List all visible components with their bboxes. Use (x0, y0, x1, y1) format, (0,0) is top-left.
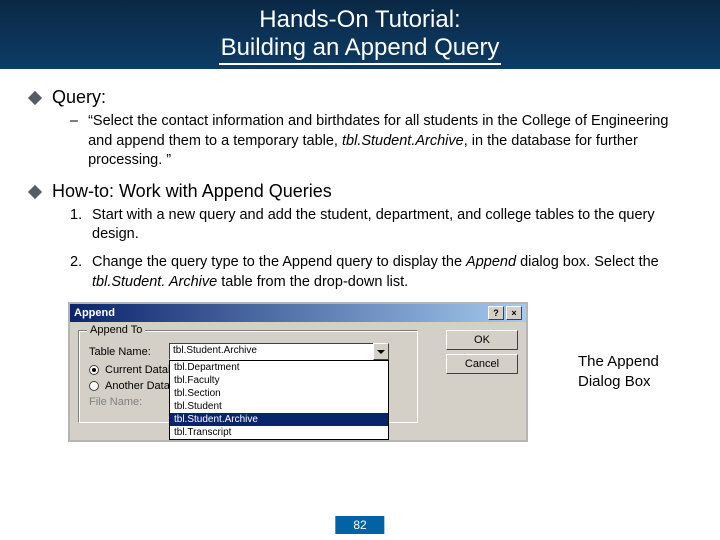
step-number: 1. (70, 206, 92, 245)
dash-bullet-icon: – (70, 112, 78, 171)
query-text: – “Select the contact information and bi… (70, 112, 692, 171)
dialog-caption: The Append Dialog Box (578, 352, 659, 391)
radio-another-db[interactable] (89, 381, 99, 391)
combo-dropdown-button[interactable] (373, 343, 389, 360)
dropdown-option[interactable]: tbl.Section (170, 387, 388, 400)
dropdown-option[interactable]: tbl.Department (170, 361, 388, 374)
slide-header: Hands-On Tutorial: Building an Append Qu… (0, 0, 720, 69)
step-1-text: Start with a new query and add the stude… (92, 206, 692, 245)
heading-howto: How-to: Work with Append Queries (52, 181, 332, 202)
heading-query: Query: (52, 87, 106, 108)
radio-current-db[interactable] (89, 365, 99, 375)
close-button[interactable]: × (506, 306, 522, 320)
ok-button[interactable]: OK (446, 330, 518, 350)
content-area: Query: – “Select the contact information… (0, 69, 720, 442)
combo-value[interactable]: tbl.Student.Archive (169, 343, 389, 360)
table-name-label: Table Name: (89, 346, 163, 358)
bullet-howto: How-to: Work with Append Queries (28, 181, 692, 202)
append-dialog: Append ? × Append To Table Name: tbl.Stu… (68, 302, 528, 442)
step-number: 2. (70, 253, 92, 292)
cancel-button[interactable]: Cancel (446, 354, 518, 374)
step-2-text: Change the query type to the Append quer… (92, 253, 692, 292)
dialog-illustration: Append ? × Append To Table Name: tbl.Stu… (68, 302, 692, 442)
help-button[interactable]: ? (488, 306, 504, 320)
query-body: “Select the contact information and birt… (88, 112, 692, 171)
dialog-body: Append To Table Name: tbl.Student.Archiv… (70, 322, 526, 440)
dialog-title-text: Append (74, 307, 115, 319)
dropdown-list[interactable]: tbl.Department tbl.Faculty tbl.Section t… (169, 360, 389, 440)
step-2: 2. Change the query type to the Append q… (70, 253, 692, 292)
chevron-down-icon (377, 350, 385, 354)
title-line2: Building an Append Query (219, 34, 502, 66)
group-label: Append To (87, 324, 145, 336)
diamond-bullet-icon (28, 185, 42, 199)
bullet-query: Query: (28, 87, 692, 108)
table-name-combo[interactable]: tbl.Student.Archive tbl.Department tbl.F… (169, 343, 389, 360)
dropdown-option[interactable]: tbl.Student.Archive (170, 413, 388, 426)
dialog-titlebar: Append ? × (70, 304, 526, 322)
step-1: 1. Start with a new query and add the st… (70, 206, 692, 245)
page-number: 82 (335, 516, 384, 534)
dropdown-option[interactable]: tbl.Transcript (170, 426, 388, 439)
dropdown-option[interactable]: tbl.Student (170, 400, 388, 413)
append-to-group: Append To Table Name: tbl.Student.Archiv… (78, 330, 418, 423)
dropdown-option[interactable]: tbl.Faculty (170, 374, 388, 387)
filename-label: File Name: (89, 396, 163, 408)
diamond-bullet-icon (28, 91, 42, 105)
title-line1: Hands-On Tutorial: (0, 6, 720, 34)
